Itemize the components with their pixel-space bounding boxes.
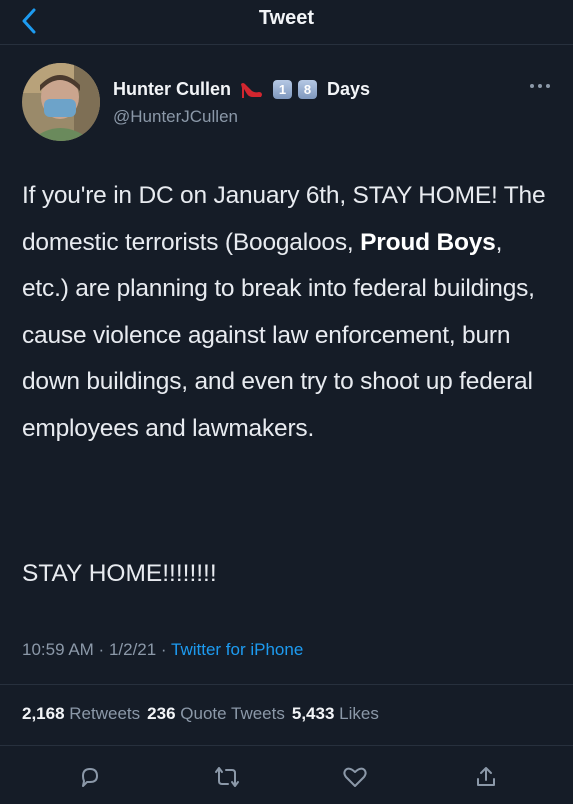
tweet-text-bold: Proud Boys — [360, 228, 496, 256]
stats-top-divider — [0, 684, 573, 685]
quote-tweets-stat[interactable]: 236 Quote Tweets — [147, 704, 285, 724]
high-heel-icon — [239, 78, 263, 100]
number-badge-8: 8 — [298, 79, 318, 99]
quote-tweets-count: 236 — [147, 704, 176, 723]
number-badge-1: 1 — [273, 79, 293, 99]
author-display-name[interactable]: Hunter Cullen — [113, 79, 231, 100]
retweets-label: Retweets — [69, 704, 141, 723]
header-divider — [0, 44, 573, 45]
likes-count: 5,433 — [291, 704, 335, 723]
reply-icon — [82, 768, 98, 787]
quote-tweets-label: Quote Tweets — [180, 704, 285, 723]
tweet-time: 10:59 AM — [22, 640, 94, 659]
more-options-button[interactable] — [526, 76, 554, 96]
meta-separator: · — [156, 640, 172, 659]
retweet-button[interactable] — [213, 763, 241, 791]
author-handle[interactable]: @HunterJCullen — [113, 107, 238, 127]
top-nav-bar: Tweet — [0, 0, 573, 44]
tweet-date: 1/2/21 — [108, 640, 157, 659]
heart-icon — [343, 767, 367, 787]
stats-bottom-divider — [0, 745, 573, 746]
like-button[interactable] — [341, 763, 369, 791]
more-icon — [530, 84, 550, 88]
page-title: Tweet — [258, 7, 315, 29]
likes-stat[interactable]: 5,433 Likes — [292, 704, 379, 724]
retweets-stat[interactable]: 2,168 Retweets — [22, 704, 140, 724]
tweet-stats: 2,168 Retweets 236 Quote Tweets 5,433 Li… — [22, 704, 379, 724]
avatar[interactable] — [22, 63, 100, 141]
share-icon — [477, 767, 495, 786]
tweet-text-last-line: STAY HOME!!!!!!!! — [22, 560, 217, 587]
retweet-icon — [215, 767, 239, 787]
meta-separator: · — [93, 640, 109, 659]
tweet-text-part2: , etc.) are planning to break into feder… — [22, 228, 535, 442]
likes-label: Likes — [339, 704, 379, 723]
author-name-row: Hunter Cullen 1 8 Days — [113, 76, 370, 102]
tweet-body: If you're in DC on January 6th, STAY HOM… — [22, 173, 552, 452]
days-label: Days — [327, 78, 371, 99]
retweets-count: 2,168 — [22, 704, 65, 723]
action-bar — [0, 755, 573, 795]
share-button[interactable] — [472, 763, 500, 791]
avatar-photo — [22, 63, 100, 141]
tweet-meta: 10:59 AM · 1/2/21 · Twitter for iPhone — [22, 640, 303, 660]
reply-button[interactable] — [76, 763, 104, 791]
tweet-client-link[interactable]: Twitter for iPhone — [171, 640, 303, 659]
